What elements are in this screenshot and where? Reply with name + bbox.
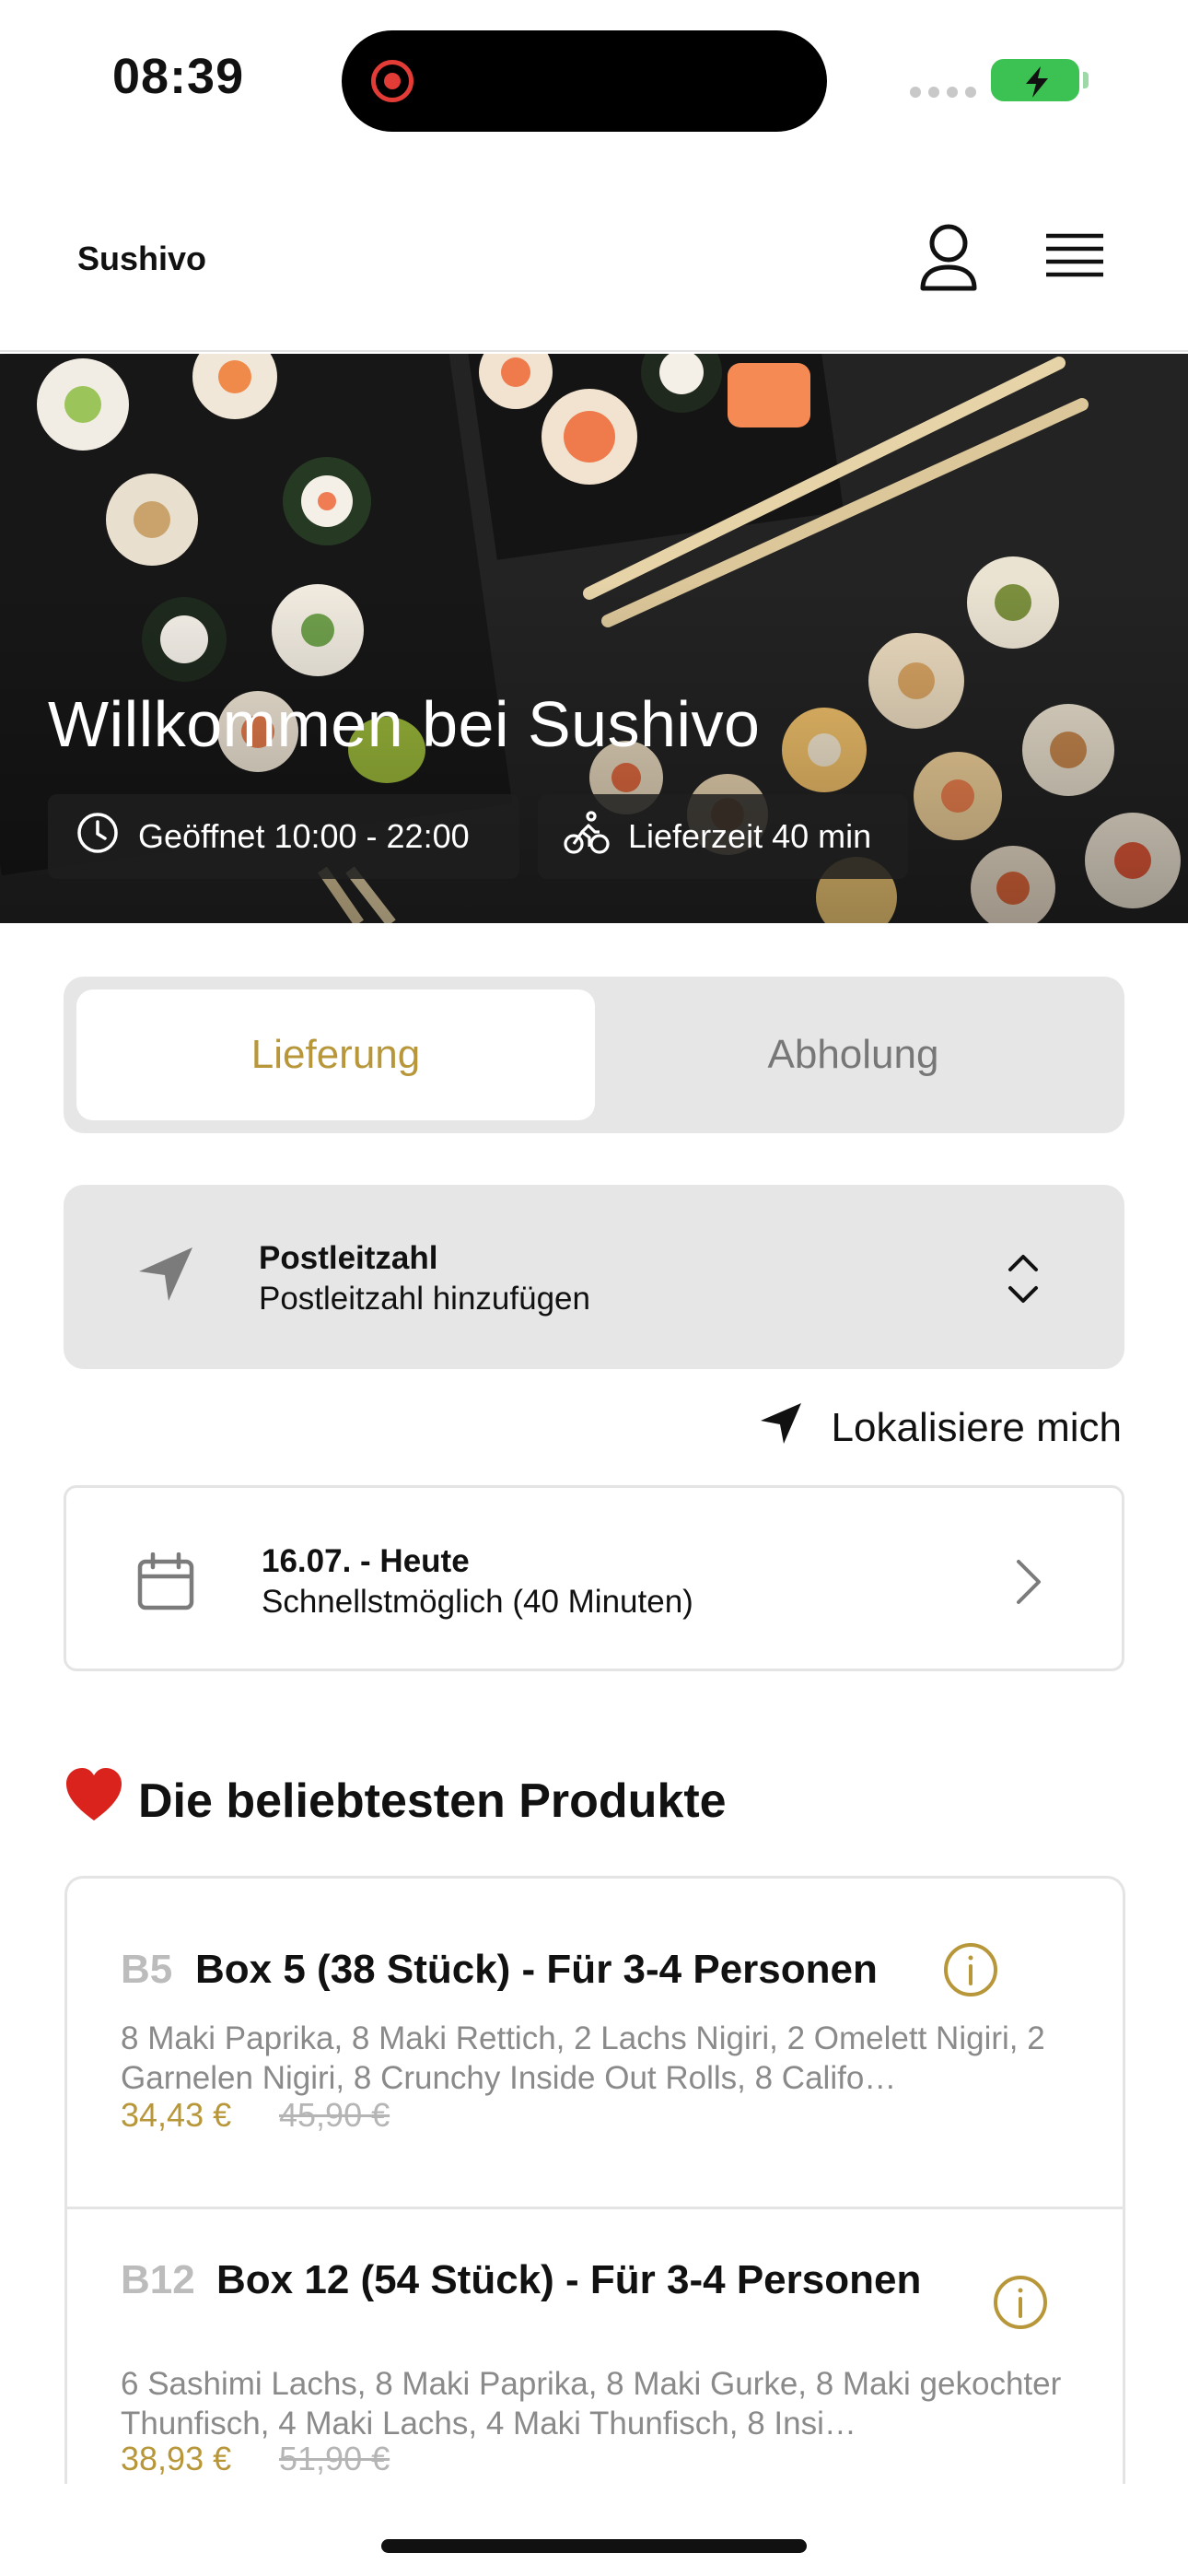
- location-arrow-icon: [135, 1244, 196, 1309]
- product-price: 34,43 €: [121, 2096, 232, 2134]
- tab-delivery[interactable]: Lieferung: [76, 989, 595, 1120]
- postal-code-field[interactable]: Postleitzahl hinzufügen: [259, 1281, 590, 1317]
- home-indicator[interactable]: [381, 2539, 807, 2553]
- product-code: B12: [121, 2257, 195, 2302]
- dynamic-island: [342, 30, 827, 132]
- product-card[interactable]: B12 Box 12 (54 Stück) - Für 3-4 Personen…: [67, 2207, 1123, 2484]
- hero-title: Willkommen bei Sushivo: [48, 688, 761, 760]
- opening-hours-badge: Geöffnet 10:00 - 22:00: [48, 794, 519, 879]
- opening-hours-text: Geöffnet 10:00 - 22:00: [138, 817, 470, 855]
- status-bar: 08:39: [0, 0, 1188, 166]
- status-time: 08:39: [112, 49, 245, 104]
- delivery-time-selector[interactable]: 16.07. - Heute Schnellstmöglich (40 Minu…: [64, 1485, 1124, 1671]
- delivery-date: 16.07. - Heute: [262, 1543, 470, 1579]
- product-old-price: 51,90 €: [279, 2440, 390, 2477]
- product-card[interactable]: B5 Box 5 (38 Stück) - Für 3-4 Personen 8…: [67, 1879, 1123, 2207]
- section-title-text: Die beliebtesten Produkte: [138, 1774, 727, 1828]
- clock-icon: [76, 811, 120, 863]
- product-list: B5 Box 5 (38 Stück) - Für 3-4 Personen 8…: [64, 1876, 1125, 2484]
- delivery-time-text: Lieferzeit 40 min: [628, 817, 872, 855]
- battery-charging-icon: [991, 59, 1079, 101]
- product-name: Box 12 (54 Stück) - Für 3-4 Personen: [216, 2257, 922, 2302]
- delivery-time-badge: Lieferzeit 40 min: [538, 794, 908, 879]
- info-icon[interactable]: [942, 1941, 999, 2003]
- calendar-icon: [136, 1551, 195, 1616]
- bicycle-icon: [564, 810, 610, 864]
- order-mode-switch: Lieferung Abholung: [64, 977, 1124, 1133]
- brand-logo[interactable]: Sushivo: [77, 240, 206, 278]
- tab-pickup[interactable]: Abholung: [595, 989, 1112, 1120]
- user-icon[interactable]: [912, 221, 985, 295]
- product-name: Box 5 (38 Stück) - Für 3-4 Personen: [195, 1947, 878, 1992]
- app-header: Sushivo: [0, 166, 1188, 352]
- heart-emoji: [64, 1767, 123, 1834]
- recording-indicator-icon: [371, 60, 413, 102]
- chevron-up-down-icon: [1003, 1249, 1043, 1313]
- product-price: 38,93 €: [121, 2440, 232, 2477]
- product-description: 6 Sashimi Lachs, 8 Maki Paprika, 8 Maki …: [121, 2366, 1062, 2441]
- product-description: 8 Maki Paprika, 8 Maki Rettich, 2 Lachs …: [121, 2020, 1045, 2096]
- delivery-slot: Schnellstmöglich (40 Minuten): [262, 1584, 693, 1620]
- battery-cap: [1083, 72, 1089, 88]
- location-arrow-icon: [758, 1400, 804, 1457]
- postal-code-label: Postleitzahl: [259, 1240, 438, 1276]
- product-code: B5: [121, 1947, 173, 1992]
- info-icon[interactable]: [992, 2274, 1049, 2336]
- chevron-right-icon: [1009, 1556, 1046, 1612]
- menu-icon[interactable]: [1035, 221, 1114, 295]
- hero-banner: Willkommen bei Sushivo Geöffnet 10:00 - …: [0, 354, 1188, 923]
- signal-icon: [910, 87, 976, 98]
- popular-products-heading: Die beliebtesten Produkte: [64, 1767, 727, 1834]
- locate-me-label: Lokalisiere mich: [831, 1405, 1122, 1450]
- locate-me-button[interactable]: Lokalisiere mich: [758, 1400, 1122, 1456]
- postal-code-selector[interactable]: Postleitzahl Postleitzahl hinzufügen: [64, 1185, 1124, 1369]
- product-old-price: 45,90 €: [279, 2096, 390, 2134]
